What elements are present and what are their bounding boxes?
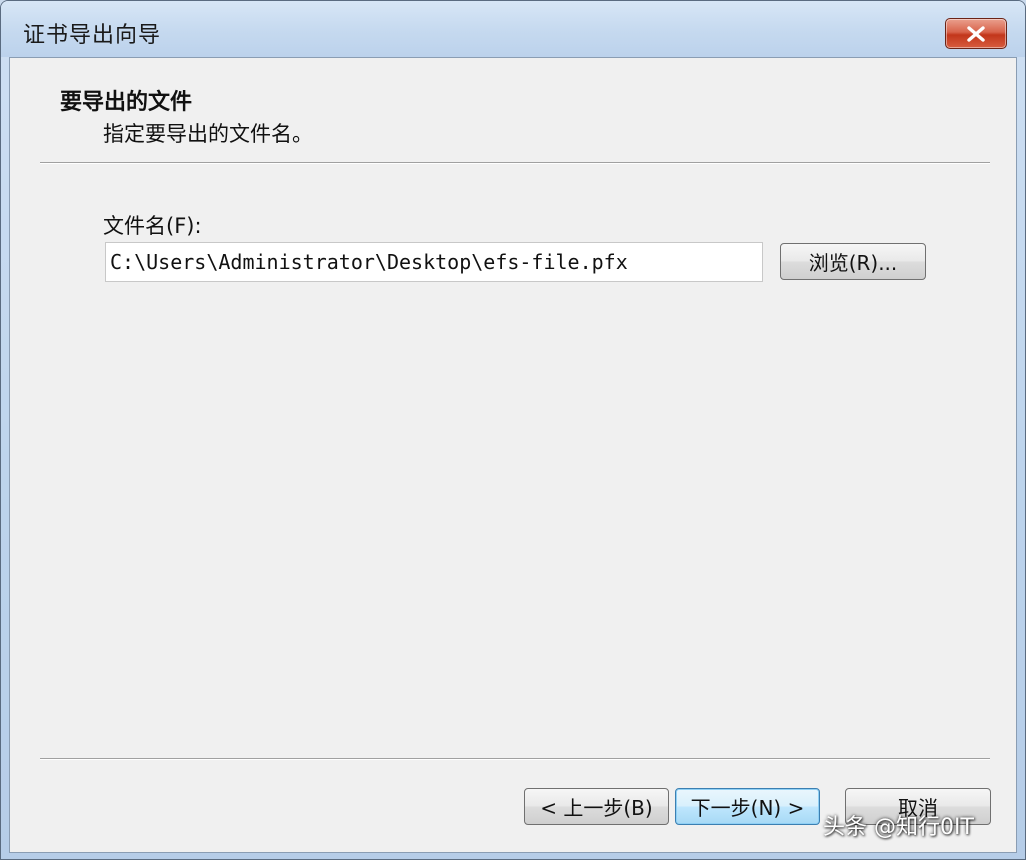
title-bar[interactable]: 证书导出向导 xyxy=(1,1,1025,57)
window-title: 证书导出向导 xyxy=(23,23,162,48)
page-title: 要导出的文件 xyxy=(60,90,193,115)
file-name-input[interactable] xyxy=(105,242,763,282)
close-icon xyxy=(967,25,985,42)
browse-button[interactable]: 浏览(R)... xyxy=(780,243,926,280)
next-button[interactable]: 下一步(N) > xyxy=(675,788,820,825)
page-subtitle: 指定要导出的文件名。 xyxy=(103,122,313,146)
wizard-content: 要导出的文件 指定要导出的文件名。 文件名(F): 浏览(R)... < 上一步… xyxy=(9,57,1017,853)
footer-divider xyxy=(40,758,990,760)
header-divider xyxy=(40,162,990,164)
back-button[interactable]: < 上一步(B) xyxy=(524,788,669,825)
watermark: 头条 @知行0IT xyxy=(823,815,974,840)
wizard-header: 要导出的文件 指定要导出的文件名。 xyxy=(10,58,1016,162)
file-name-label: 文件名(F): xyxy=(103,214,202,238)
wizard-window: 证书导出向导 要导出的文件 指定要导出的文件名。 文件名(F): 浏览(R)..… xyxy=(0,0,1026,860)
close-button[interactable] xyxy=(945,18,1007,49)
